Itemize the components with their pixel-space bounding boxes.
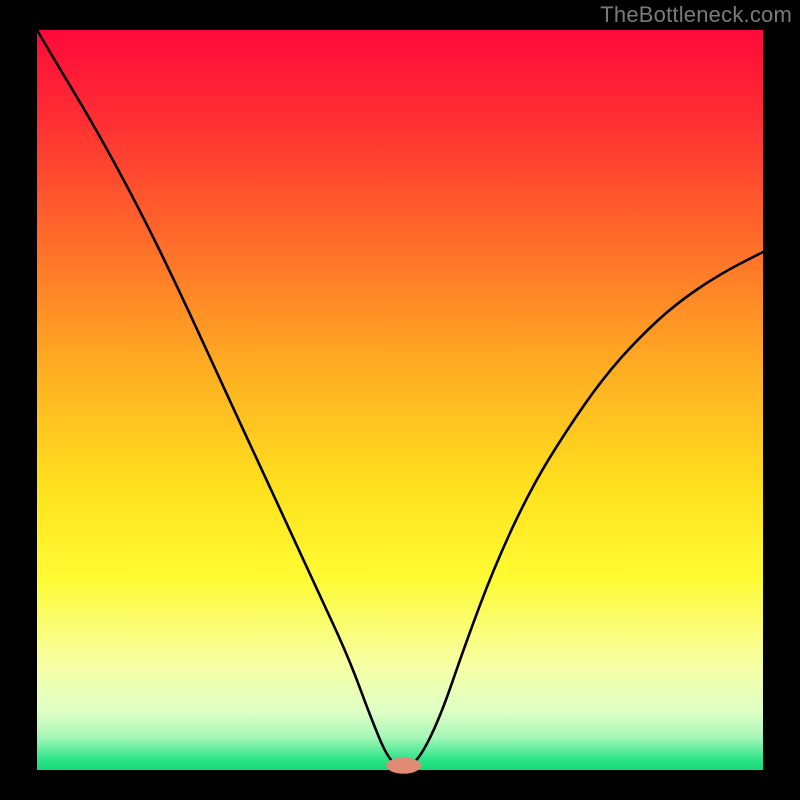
attribution-label: TheBottleneck.com (600, 2, 792, 28)
plot-background (37, 30, 763, 770)
image-frame: TheBottleneck.com (0, 0, 800, 800)
chart-canvas (0, 0, 800, 800)
minimum-marker (386, 758, 421, 774)
